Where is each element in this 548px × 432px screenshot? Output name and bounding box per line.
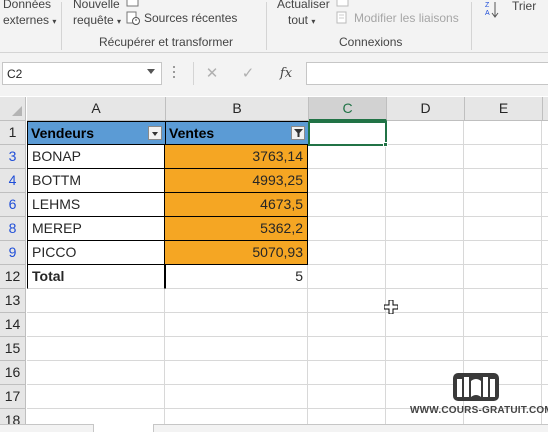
fill-handle[interactable] — [383, 142, 388, 147]
table-icon — [126, 0, 139, 7]
enter-icon[interactable]: ✓ — [233, 62, 263, 85]
cell-a3[interactable]: BONAP — [27, 145, 165, 169]
table-header-ventes[interactable]: Ventes — [165, 121, 309, 145]
sort-az-icon: Z A — [485, 2, 499, 18]
actualiser-label-line2: tout ▾ — [277, 13, 330, 27]
group-label-recuperer: Récupérer et transformer — [99, 35, 234, 49]
trier-button[interactable]: Trier — [512, 0, 536, 13]
row-header-17[interactable]: 17 — [0, 385, 26, 409]
row-header-13[interactable]: 13 — [0, 289, 26, 313]
cancel-icon[interactable]: ✕ — [197, 62, 227, 85]
modifier-liaisons-button[interactable]: Modifier les liaisons — [354, 11, 459, 25]
row-header-12[interactable]: 12 — [0, 265, 26, 289]
row-header-8[interactable]: 8 — [0, 217, 26, 241]
ribbon-divider — [61, 2, 62, 50]
edit-links-icon — [336, 11, 347, 24]
filter-dropdown-vendeurs[interactable] — [148, 126, 162, 140]
cell-a4[interactable]: BOTTM — [27, 169, 165, 193]
cell-b6[interactable]: 4673,5 — [165, 193, 308, 217]
cell-select-cursor-icon — [384, 300, 398, 314]
actualiser-label-line1: Actualiser — [277, 0, 330, 11]
cell-a12[interactable]: Total — [27, 265, 165, 289]
properties-icon — [336, 0, 349, 7]
donnees-label-line1: Données — [3, 0, 52, 11]
select-all-icon — [12, 106, 22, 116]
column-header-e[interactable]: E — [465, 97, 543, 121]
cell-b9[interactable]: 5070,93 — [165, 241, 308, 265]
cell-b4[interactable]: 4993,25 — [165, 169, 308, 193]
recent-sources-icon — [126, 11, 140, 25]
ribbon-divider — [266, 2, 267, 50]
book-logo-icon — [453, 373, 499, 401]
chevron-down-icon: ▾ — [311, 17, 316, 26]
cell-a6[interactable]: LEHMS — [27, 193, 165, 217]
row-header-3[interactable]: 3 — [0, 145, 26, 169]
header-ventes-label: Ventes — [169, 125, 215, 141]
nouvelle-label-line2: requête ▾ — [73, 13, 121, 27]
ribbon-divider — [471, 2, 472, 50]
donnees-label-line2: externes ▾ — [3, 13, 56, 27]
nouvelle-label-line1: Nouvelle — [73, 0, 120, 11]
donnees-label-text: externes — [3, 13, 50, 27]
sheet-scrollbar[interactable] — [153, 424, 548, 432]
row-header-16[interactable]: 16 — [0, 361, 26, 385]
nouvelle-requete-button[interactable]: Nouvelle requête ▾ — [73, 0, 121, 27]
watermark-text: WWW.COURS-GRATUIT.COM — [410, 405, 548, 416]
cell-b12[interactable]: 5 — [165, 265, 308, 289]
cell-a9[interactable]: PICCO — [27, 241, 165, 265]
svg-text:Z: Z — [485, 2, 490, 9]
svg-text:A: A — [485, 10, 490, 17]
column-header-c[interactable]: C — [309, 97, 387, 121]
header-vendeurs-label: Vendeurs — [31, 125, 95, 141]
column-header-f[interactable] — [543, 97, 548, 121]
chevron-down-icon[interactable] — [147, 69, 155, 74]
table-header-vendeurs[interactable]: Vendeurs — [27, 121, 166, 145]
tout-label-text: tout — [288, 13, 309, 27]
column-header-d[interactable]: D — [387, 97, 465, 121]
chevron-down-icon: ▾ — [117, 17, 122, 26]
actualiser-tout-button[interactable]: Actualiser tout ▾ — [277, 0, 330, 27]
column-header-b[interactable]: B — [166, 97, 309, 121]
row-header-15[interactable]: 15 — [0, 337, 26, 361]
ribbon: Données externes ▾ Nouvelle requête ▾ So… — [0, 0, 548, 53]
cell-a8[interactable]: MEREP — [27, 217, 165, 241]
row-header-1[interactable]: 1 — [0, 121, 26, 145]
active-cell-c2[interactable] — [308, 121, 387, 146]
group-label-connexions: Connexions — [339, 35, 403, 49]
donnees-externes-button[interactable]: Données externes ▾ — [3, 0, 56, 27]
cell-b3[interactable]: 3763,14 — [165, 145, 308, 169]
filter-dropdown-ventes[interactable] — [291, 126, 305, 140]
row-header-9[interactable]: 9 — [0, 241, 26, 265]
row-header-6[interactable]: 6 — [0, 193, 26, 217]
formula-bar-grip[interactable] — [173, 66, 176, 80]
insert-function-icon[interactable]: fx — [271, 62, 301, 85]
formula-bar-divider — [193, 62, 194, 85]
row-header-4[interactable]: 4 — [0, 169, 26, 193]
sources-recentes-button[interactable]: Sources récentes — [144, 11, 237, 25]
sheet-tab[interactable] — [0, 424, 94, 432]
requete-label-text: requête — [73, 13, 114, 27]
cell-b8[interactable]: 5362,2 — [165, 217, 308, 241]
column-header-a[interactable]: A — [27, 97, 166, 121]
formula-input[interactable] — [306, 62, 548, 85]
chevron-down-icon: ▾ — [52, 17, 57, 26]
filter-funnel-icon — [294, 129, 303, 137]
row-header-14[interactable]: 14 — [0, 313, 26, 337]
chevron-down-icon — [152, 132, 158, 136]
name-box[interactable]: C2 — [2, 62, 162, 85]
